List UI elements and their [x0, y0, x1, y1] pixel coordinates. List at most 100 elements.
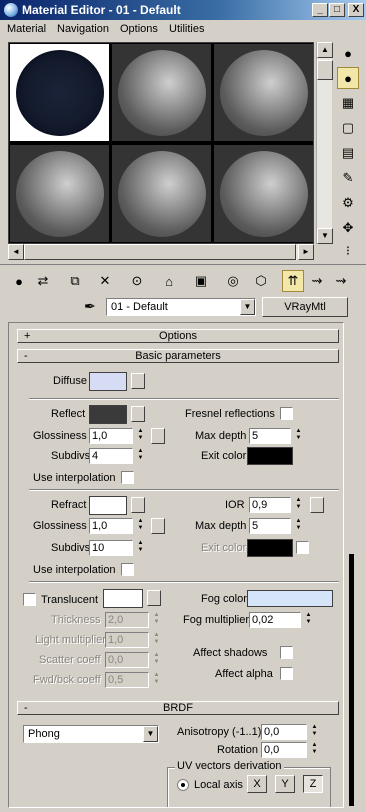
get-material-icon[interactable]: ●: [8, 270, 30, 292]
translucent-map-button[interactable]: [147, 590, 161, 606]
reset-map-icon[interactable]: ✕: [94, 270, 116, 292]
refract-exit-color-swatch[interactable]: [247, 539, 293, 557]
menu-utilities[interactable]: Utilities: [169, 23, 204, 35]
menu-options[interactable]: Options: [120, 23, 158, 35]
spinner-arrows-icon[interactable]: ▲ ▼: [151, 672, 162, 688]
sample-slot-3[interactable]: [214, 44, 313, 141]
fog-color-swatch[interactable]: [247, 590, 333, 607]
scroll-thumb[interactable]: [24, 244, 296, 260]
slots-horizontal-scrollbar[interactable]: ◄ ►: [8, 244, 314, 260]
go-forward-sibling-icon[interactable]: ⇝: [306, 270, 328, 292]
sample-slot-5[interactable]: [112, 145, 211, 242]
scroll-down-icon[interactable]: ▼: [317, 228, 333, 244]
material-navigator-icon[interactable]: ⁝: [337, 240, 359, 262]
refract-color-swatch[interactable]: [89, 496, 127, 515]
pick-material-icon[interactable]: ✒: [84, 298, 96, 315]
minimize-button[interactable]: _: [312, 3, 328, 17]
maximize-button[interactable]: □: [329, 3, 345, 17]
go-to-parent-icon[interactable]: ⇈: [282, 270, 304, 292]
menu-navigation[interactable]: Navigation: [57, 23, 109, 35]
app-icon[interactable]: [3, 2, 19, 18]
menu-material[interactable]: Material: [7, 23, 46, 35]
sample-slot-6[interactable]: [214, 145, 313, 242]
material-name-field[interactable]: 01 - Default ▼: [106, 298, 256, 316]
chevron-down-icon[interactable]: ▼: [240, 299, 255, 315]
diffuse-map-button[interactable]: [131, 373, 145, 389]
spinner-arrows-icon[interactable]: ▲ ▼: [293, 518, 304, 534]
refract-use-interpolation-checkbox[interactable]: [121, 563, 134, 576]
background-checker-icon[interactable]: ▦: [337, 92, 359, 114]
assign-material-icon[interactable]: ⧉: [64, 270, 86, 292]
spinner-arrows-icon[interactable]: ▲ ▼: [151, 652, 162, 668]
rotation-field[interactable]: 0,0: [261, 742, 307, 758]
refract-glossiness-map-button[interactable]: [151, 518, 165, 534]
spinner-arrows-icon[interactable]: ▲ ▼: [293, 497, 304, 513]
parameters-scrollbar[interactable]: [346, 322, 358, 808]
put-to-scene-icon[interactable]: ⇄: [32, 270, 54, 292]
rollout-options[interactable]: + Options: [17, 329, 339, 343]
ior-field[interactable]: 0,9: [249, 497, 291, 513]
affect-shadows-checkbox[interactable]: [280, 646, 293, 659]
reflect-subdivs-field[interactable]: 4: [89, 448, 133, 464]
select-by-material-icon[interactable]: ✥: [337, 217, 359, 239]
refract-exit-color-checkbox[interactable]: [296, 541, 309, 554]
spinner-arrows-icon[interactable]: ▲ ▼: [309, 742, 320, 758]
reflect-color-swatch[interactable]: [89, 405, 127, 424]
reflect-map-button[interactable]: [131, 406, 145, 422]
fresnel-checkbox[interactable]: [280, 407, 293, 420]
spinner-arrows-icon[interactable]: ▲ ▼: [151, 632, 162, 648]
reflect-glossiness-field[interactable]: 1,0: [89, 428, 133, 444]
scroll-thumb[interactable]: [317, 60, 333, 80]
refract-max-depth-field[interactable]: 5: [249, 518, 291, 534]
fog-multiplier-field[interactable]: 0,02: [249, 612, 301, 628]
close-button[interactable]: X: [348, 3, 364, 17]
anisotropy-field[interactable]: 0,0: [261, 724, 307, 740]
sample-type-sphere-icon[interactable]: ●: [337, 42, 359, 64]
make-preview-icon[interactable]: ✎: [337, 167, 359, 189]
spinner-arrows-icon[interactable]: ▲ ▼: [135, 428, 146, 444]
scroll-left-icon[interactable]: ◄: [8, 244, 24, 260]
reflect-exit-color-swatch[interactable]: [247, 447, 293, 465]
forward-icon[interactable]: ⇝: [330, 270, 352, 292]
light-multiplier-field[interactable]: 1,0: [105, 632, 149, 648]
axis-y-button[interactable]: Y: [275, 775, 295, 793]
options-icon[interactable]: ⚙: [337, 192, 359, 214]
backlight-icon[interactable]: ●: [337, 67, 359, 89]
put-to-library-icon[interactable]: ⌂: [158, 270, 180, 292]
thickness-field[interactable]: 2,0: [105, 612, 149, 628]
slots-vertical-scrollbar[interactable]: ▲ ▼: [316, 42, 333, 244]
material-type-button[interactable]: VRayMtl: [262, 297, 348, 317]
sample-slot-4[interactable]: [10, 145, 109, 242]
local-axis-radio[interactable]: [177, 779, 189, 791]
material-id-icon[interactable]: ▣: [190, 270, 212, 292]
sample-slot-1[interactable]: [10, 44, 109, 141]
refract-glossiness-field[interactable]: 1,0: [89, 518, 133, 534]
axis-z-button[interactable]: Z: [303, 775, 323, 793]
scroll-up-icon[interactable]: ▲: [317, 42, 333, 58]
ior-map-button[interactable]: [310, 497, 324, 513]
axis-x-button[interactable]: X: [247, 775, 267, 793]
fwd-bck-coeff-field[interactable]: 0,5: [105, 672, 149, 688]
spinner-arrows-icon[interactable]: ▲ ▼: [151, 612, 162, 628]
chevron-down-icon[interactable]: ▼: [143, 726, 158, 742]
spinner-arrows-icon[interactable]: ▲ ▼: [135, 448, 146, 464]
rollout-brdf[interactable]: - BRDF: [17, 701, 339, 715]
reflect-use-interpolation-checkbox[interactable]: [121, 471, 134, 484]
reflect-glossiness-map-button[interactable]: [151, 428, 165, 444]
show-map-icon[interactable]: ◎: [222, 270, 244, 292]
reflect-max-depth-field[interactable]: 5: [249, 428, 291, 444]
translucent-checkbox[interactable]: [23, 593, 36, 606]
refract-subdivs-field[interactable]: 10: [89, 540, 133, 556]
video-color-check-icon[interactable]: ▤: [337, 142, 359, 164]
refract-map-button[interactable]: [131, 497, 145, 513]
spinner-arrows-icon[interactable]: ▲ ▼: [135, 540, 146, 556]
spinner-arrows-icon[interactable]: ▲ ▼: [303, 612, 314, 628]
scroll-right-icon[interactable]: ►: [298, 244, 314, 260]
spinner-arrows-icon[interactable]: ▲ ▼: [309, 724, 320, 740]
diffuse-color-swatch[interactable]: [89, 372, 127, 391]
show-end-result-icon[interactable]: ⬡: [250, 270, 272, 292]
spinner-arrows-icon[interactable]: ▲ ▼: [135, 518, 146, 534]
brdf-type-select[interactable]: Phong ▼: [23, 725, 159, 743]
translucent-color-swatch[interactable]: [103, 589, 143, 608]
scroll-thumb[interactable]: [349, 554, 354, 806]
